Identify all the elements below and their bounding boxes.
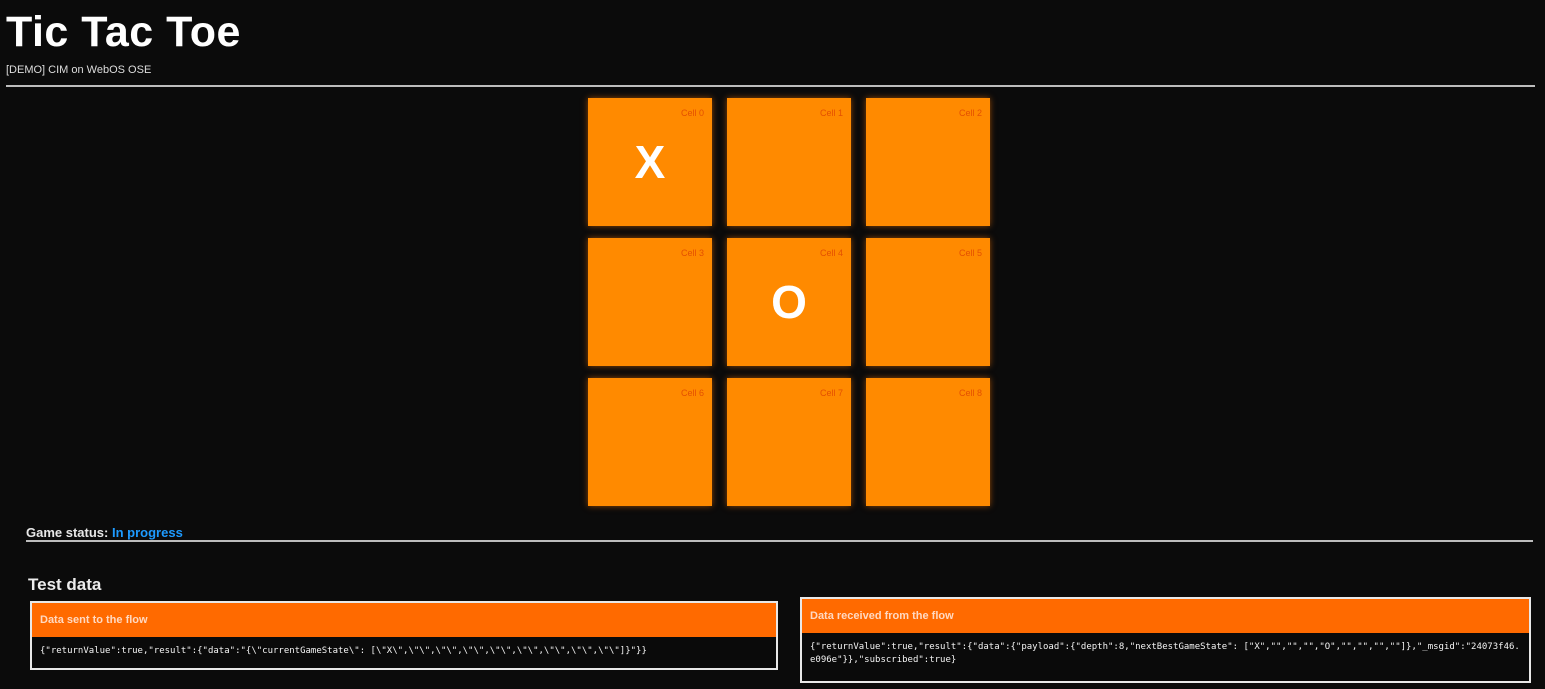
board-cell-1[interactable]: Cell 1 (727, 98, 851, 226)
cell-label: Cell 7 (819, 388, 843, 398)
cell-label: Cell 4 (819, 248, 843, 258)
board-cell-2[interactable]: Cell 2 (866, 98, 990, 226)
cell-mark: X (634, 136, 666, 188)
board-cell-4[interactable]: Cell 4 O (727, 238, 851, 366)
game-status: Game status: In progress (26, 525, 183, 540)
board-cell-0[interactable]: Cell 0 X (588, 98, 712, 226)
section-divider (26, 540, 1533, 542)
board-cell-7[interactable]: Cell 7 (727, 378, 851, 506)
received-data-panel: Data received from the flow {"returnValu… (800, 597, 1531, 683)
cell-label: Cell 3 (680, 248, 704, 258)
board-cell-8[interactable]: Cell 8 (866, 378, 990, 506)
received-data-body: {"returnValue":true,"result":{"data":{"p… (810, 642, 1520, 665)
sent-data-body: {"returnValue":true,"result":{"data":"{\… (40, 646, 647, 656)
app-subtitle: [DEMO] CIM on WebOS OSE (6, 64, 152, 76)
board-cell-3[interactable]: Cell 3 (588, 238, 712, 366)
cell-label: Cell 5 (958, 248, 982, 258)
test-data-title: Test data (28, 575, 102, 594)
cell-label: Cell 1 (819, 108, 843, 118)
cell-label: Cell 6 (680, 388, 704, 398)
app-page: Tic Tac Toe [DEMO] CIM on WebOS OSE Cell… (0, 0, 1545, 689)
board-cell-5[interactable]: Cell 5 (866, 238, 990, 366)
game-board: Cell 0 X Cell 1 Cell 2 Cell 3 Cell 4 O C… (588, 98, 990, 506)
game-status-label: Game status: (26, 525, 109, 540)
header-divider (6, 85, 1535, 87)
cell-mark: O (771, 276, 807, 328)
cell-label: Cell 0 (680, 108, 704, 118)
cell-label: Cell 2 (958, 108, 982, 118)
game-status-value: In progress (112, 525, 183, 540)
cell-label: Cell 8 (958, 388, 982, 398)
sent-data-header: Data sent to the flow (32, 603, 776, 637)
app-title: Tic Tac Toe (6, 8, 241, 56)
received-data-header: Data received from the flow (802, 599, 1529, 633)
board-cell-6[interactable]: Cell 6 (588, 378, 712, 506)
sent-data-panel: Data sent to the flow {"returnValue":tru… (30, 601, 778, 670)
